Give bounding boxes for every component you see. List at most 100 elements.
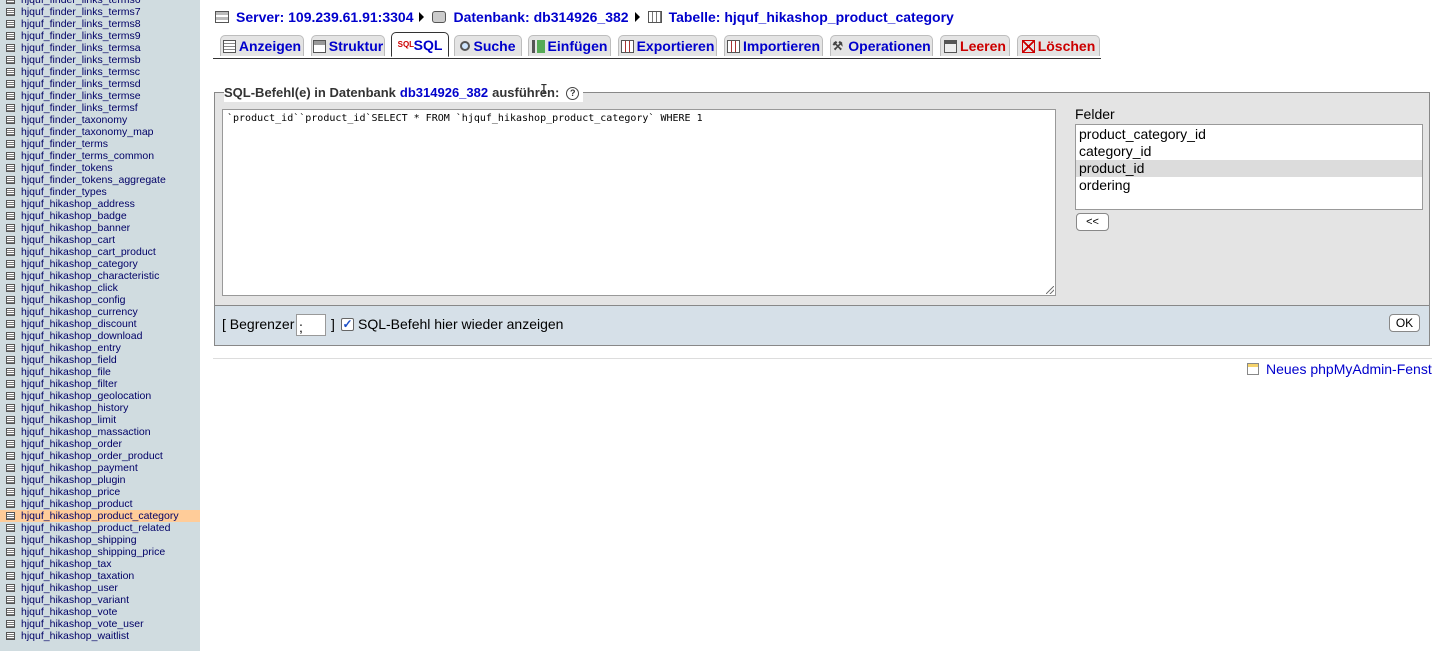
breadcrumb-database-label[interactable]: Datenbank: db314926_382	[453, 9, 628, 25]
table-icon[interactable]	[6, 176, 15, 184]
table-icon[interactable]	[6, 392, 15, 400]
sidebar-table-item[interactable]: hjquf_hikashop_payment	[0, 462, 200, 474]
sidebar-table-item[interactable]: hjquf_hikashop_waitlist	[0, 630, 200, 642]
tab-operationen[interactable]: ⚒ Operationen	[830, 35, 933, 56]
sidebar-table-label[interactable]: hjquf_hikashop_limit	[21, 414, 116, 426]
table-icon[interactable]	[6, 536, 15, 544]
sidebar-table-label[interactable]: hjquf_finder_links_terms8	[21, 18, 141, 30]
table-icon[interactable]	[6, 8, 15, 16]
table-icon[interactable]	[6, 92, 15, 100]
sidebar-table-label[interactable]: hjquf_hikashop_config	[21, 294, 126, 306]
sidebar-table-label[interactable]: hjquf_finder_links_termsd	[21, 78, 141, 90]
sidebar-table-item[interactable]: hjquf_hikashop_field	[0, 354, 200, 366]
sidebar-table-item[interactable]: hjquf_hikashop_tax	[0, 558, 200, 570]
sidebar-table-item[interactable]: hjquf_hikashop_characteristic	[0, 270, 200, 282]
table-icon[interactable]	[6, 524, 15, 532]
sidebar-table-item[interactable]: hjquf_hikashop_variant	[0, 594, 200, 606]
sidebar-table-item[interactable]: hjquf_finder_tokens_aggregate	[0, 174, 200, 186]
tab-sql[interactable]: SQL SQL	[391, 32, 449, 57]
table-icon[interactable]	[6, 368, 15, 376]
sidebar-table-label[interactable]: hjquf_hikashop_taxation	[21, 570, 134, 582]
resize-grip-icon[interactable]	[1046, 286, 1054, 294]
sidebar-table-label[interactable]: hjquf_hikashop_waitlist	[21, 630, 129, 642]
field-option[interactable]: ordering	[1076, 177, 1422, 194]
field-option[interactable]: product_id	[1076, 160, 1422, 177]
table-icon[interactable]	[6, 512, 15, 520]
sidebar-table-item[interactable]: hjquf_hikashop_cart	[0, 234, 200, 246]
sidebar-table-item[interactable]: hjquf_hikashop_price	[0, 486, 200, 498]
tab-einfuegen[interactable]: Einfügen	[528, 35, 611, 56]
sidebar-table-label[interactable]: hjquf_hikashop_variant	[21, 594, 129, 606]
fields-select[interactable]: product_category_id category_id product_id…	[1075, 124, 1423, 210]
new-window-link-label[interactable]: Neues phpMyAdmin-Fenster	[1266, 361, 1432, 377]
table-icon[interactable]	[6, 332, 15, 340]
table-icon[interactable]	[6, 500, 15, 508]
sidebar-table-item[interactable]: hjquf_hikashop_click	[0, 282, 200, 294]
sidebar-table-item[interactable]: hjquf_finder_links_terms9	[0, 30, 200, 42]
sidebar-table-item[interactable]: hjquf_hikashop_order_product	[0, 450, 200, 462]
sidebar-table-item[interactable]: hjquf_hikashop_vote_user	[0, 618, 200, 630]
table-icon[interactable]	[6, 140, 15, 148]
breadcrumb-database[interactable]: Datenbank: db314926_382	[432, 9, 629, 25]
sidebar-table-label[interactable]: hjquf_finder_taxonomy_map	[21, 126, 154, 138]
sidebar-table-item[interactable]: hjquf_hikashop_banner	[0, 222, 200, 234]
sidebar-table-label[interactable]: hjquf_hikashop_category	[21, 258, 138, 270]
ok-button[interactable]: OK	[1389, 314, 1420, 332]
table-icon[interactable]	[6, 296, 15, 304]
sidebar-table-label[interactable]: hjquf_hikashop_product	[21, 498, 133, 510]
sidebar-table-label[interactable]: hjquf_hikashop_user	[21, 582, 118, 594]
table-icon[interactable]	[6, 212, 15, 220]
sidebar-table-label[interactable]: hjquf_hikashop_geolocation	[21, 390, 151, 402]
sidebar-table-label[interactable]: hjquf_finder_links_terms9	[21, 30, 141, 42]
sidebar-table-label[interactable]: hjquf_hikashop_badge	[21, 210, 127, 222]
table-icon[interactable]	[6, 248, 15, 256]
breadcrumb-server[interactable]: Server: 109.239.61.91:3304	[215, 9, 413, 25]
table-icon[interactable]	[6, 0, 15, 4]
table-icon[interactable]	[6, 152, 15, 160]
sidebar-table-label[interactable]: hjquf_hikashop_discount	[21, 318, 137, 330]
sidebar-table-label[interactable]: hjquf_finder_types	[21, 186, 107, 198]
sidebar-table-item[interactable]: hjquf_hikashop_order	[0, 438, 200, 450]
sidebar-table-item[interactable]: hjquf_finder_links_termsa	[0, 42, 200, 54]
sidebar-table-label[interactable]: hjquf_hikashop_file	[21, 366, 111, 378]
table-icon[interactable]	[6, 356, 15, 364]
table-icon[interactable]	[6, 608, 15, 616]
table-icon[interactable]	[6, 320, 15, 328]
table-icon[interactable]	[6, 428, 15, 436]
sidebar-table-label[interactable]: hjquf_hikashop_product_related	[21, 522, 170, 534]
sidebar-table-item[interactable]: hjquf_hikashop_config	[0, 294, 200, 306]
sidebar-table-item[interactable]: hjquf_hikashop_filter	[0, 378, 200, 390]
field-option[interactable]: product_category_id	[1076, 126, 1422, 143]
sidebar-table-label[interactable]: hjquf_finder_taxonomy	[21, 114, 127, 126]
sidebar-table-item[interactable]: hjquf_hikashop_limit	[0, 414, 200, 426]
sidebar-table-item[interactable]: hjquf_finder_taxonomy	[0, 114, 200, 126]
tab-exportieren[interactable]: Exportieren	[618, 35, 717, 56]
table-icon[interactable]	[6, 308, 15, 316]
table-icon[interactable]	[6, 80, 15, 88]
table-icon[interactable]	[6, 620, 15, 628]
delimiter-input[interactable]	[296, 314, 326, 336]
sidebar-table-item[interactable]: hjquf_finder_links_termsf	[0, 102, 200, 114]
table-icon[interactable]	[6, 632, 15, 640]
table-icon[interactable]	[6, 584, 15, 592]
sidebar-table-item[interactable]: hjquf_finder_links_terms8	[0, 18, 200, 30]
show-again-label[interactable]: SQL-Befehl hier wieder anzeigen	[358, 316, 563, 332]
table-icon[interactable]	[6, 452, 15, 460]
sidebar-table-item[interactable]: hjquf_hikashop_discount	[0, 318, 200, 330]
sidebar-table-item[interactable]: hjquf_hikashop_product	[0, 498, 200, 510]
table-icon[interactable]	[6, 236, 15, 244]
sql-query-input[interactable]	[222, 109, 1056, 296]
sidebar-table-label[interactable]: hjquf_finder_terms	[21, 138, 108, 150]
sidebar-table-item[interactable]: hjquf_finder_links_terms7	[0, 6, 200, 18]
sidebar-table-item[interactable]: hjquf_hikashop_shipping_price	[0, 546, 200, 558]
sidebar-table-label[interactable]: hjquf_hikashop_shipping_price	[21, 546, 165, 558]
sidebar-table-label[interactable]: hjquf_hikashop_filter	[21, 378, 117, 390]
sidebar-table-item[interactable]: hjquf_hikashop_address	[0, 198, 200, 210]
sidebar-table-label[interactable]: hjquf_hikashop_payment	[21, 462, 138, 474]
table-icon[interactable]	[6, 200, 15, 208]
help-icon[interactable]: ?	[566, 86, 580, 100]
tab-importieren[interactable]: Importieren	[724, 35, 823, 56]
sidebar-table-item[interactable]: hjquf_hikashop_file	[0, 366, 200, 378]
sidebar-table-item[interactable]: hjquf_hikashop_shipping	[0, 534, 200, 546]
new-window-link[interactable]: Neues phpMyAdmin-Fenster	[1247, 361, 1432, 377]
